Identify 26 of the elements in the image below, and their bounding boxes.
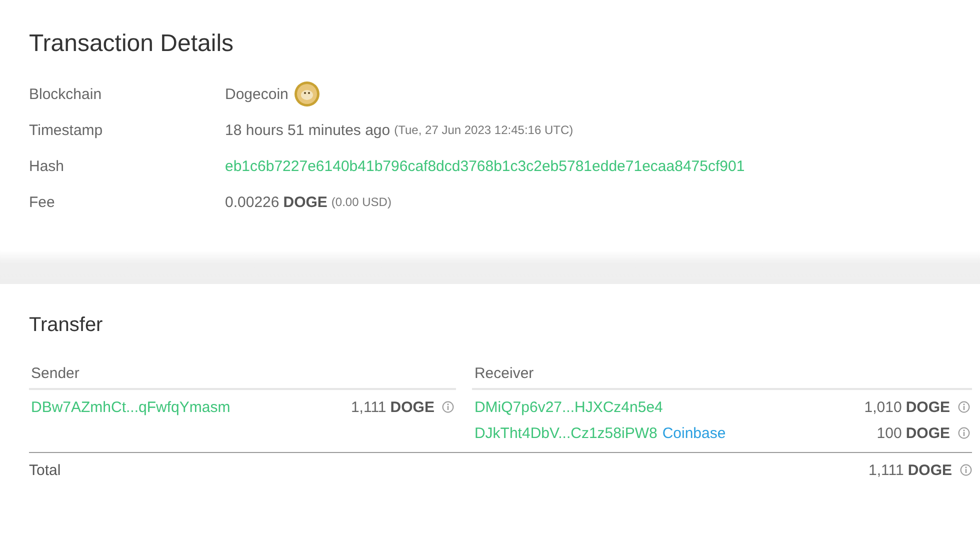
field-label: Hash: [29, 158, 66, 174]
amount-text: 100 DOGE: [876, 424, 970, 442]
address-link[interactable]: DBw7AZmhCt...qFwfqYmasm: [31, 398, 230, 416]
page-title: Transaction Details: [29, 30, 235, 58]
info-icon[interactable]: [958, 427, 970, 439]
info-icon[interactable]: [958, 401, 970, 413]
field-label: Blockchain: [29, 86, 103, 102]
owner-tag-link[interactable]: Coinbase: [662, 424, 726, 442]
section-title: Transfer: [29, 314, 104, 337]
address-link[interactable]: DMiQ7p6v27...HJXCz4n5e4: [474, 398, 663, 416]
field-label: Timestamp: [29, 122, 104, 138]
amount-text: 1,111 DOGE: [868, 462, 972, 478]
column-header: Receiver: [472, 365, 972, 390]
blockchain-value: Dogecoin: [225, 86, 288, 102]
info-icon[interactable]: [960, 464, 972, 476]
fee-value: 0.00226 DOGE (0.00 USD): [225, 194, 392, 210]
hash-link[interactable]: eb1c6b7227e6140b41b796caf8dcd3768b1c3c2eb5781edde71ecaa8475cf901: [225, 158, 745, 174]
amount-text: 1,010 DOGE: [864, 398, 970, 416]
amount-text: 1,111 DOGE: [350, 398, 454, 416]
total-label: Total: [29, 462, 61, 478]
coin-icon: [294, 81, 320, 107]
field-label: Fee: [29, 194, 56, 210]
address-link[interactable]: DJkTht4DbV...Cz1z58iPW8: [474, 424, 658, 442]
info-icon[interactable]: [442, 401, 454, 413]
timestamp-value: 18 hours 51 minutes ago (Tue, 27 Jun 2023 12:45:16 UTC): [225, 122, 574, 138]
column-header: Sender: [29, 365, 456, 390]
